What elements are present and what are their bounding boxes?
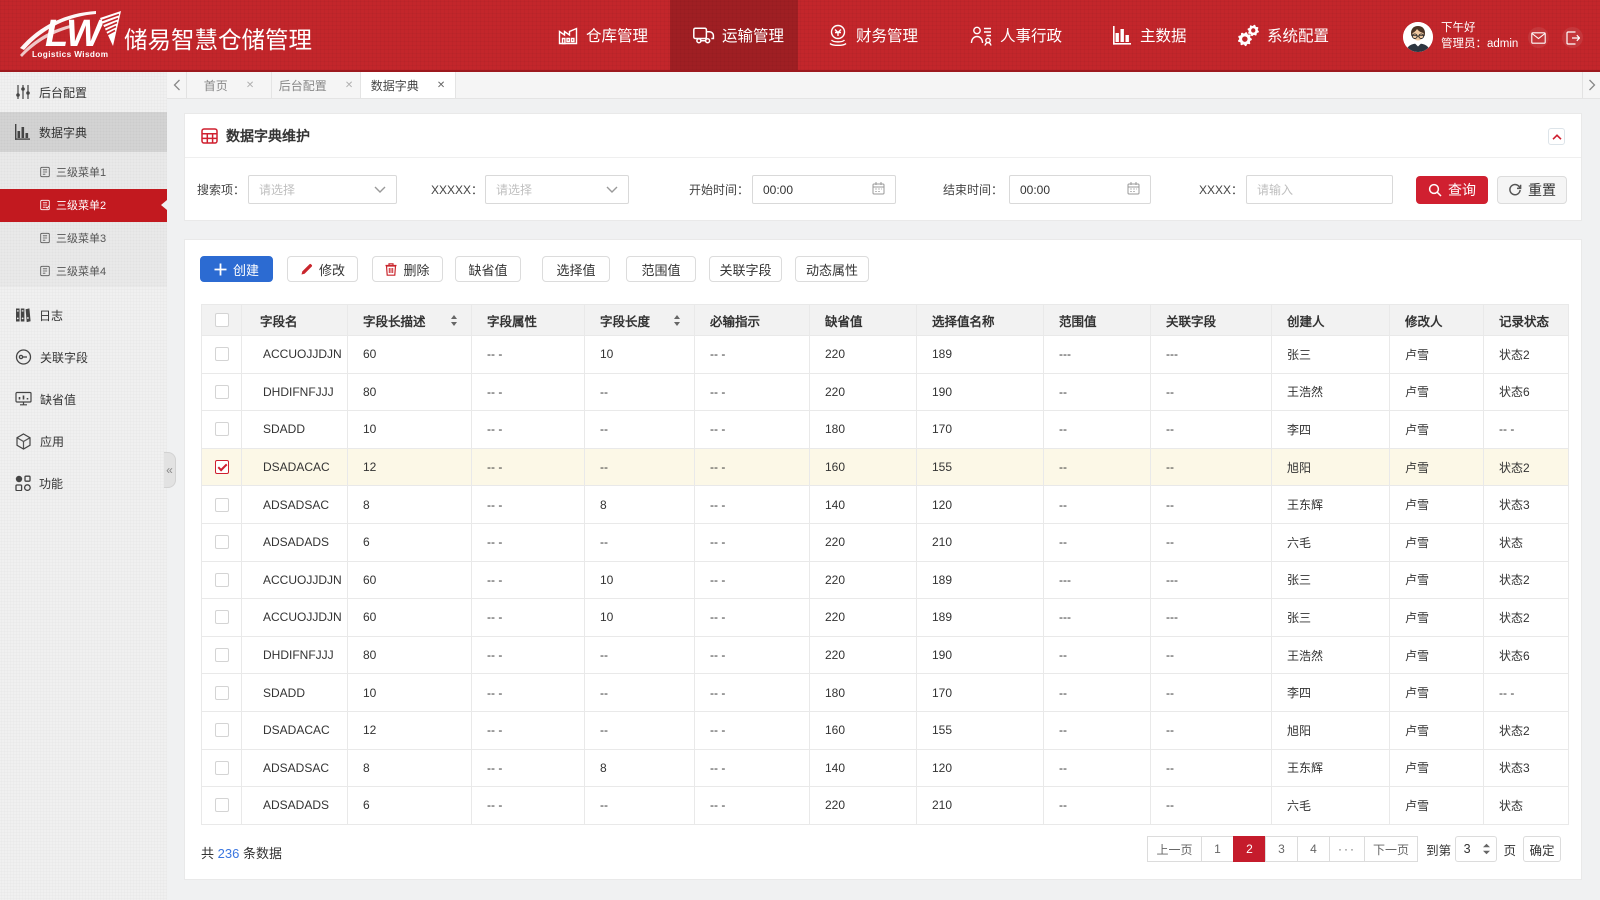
svg-text:Logistics Wisdom: Logistics Wisdom	[32, 50, 108, 59]
svg-text:LW: LW	[45, 13, 105, 55]
